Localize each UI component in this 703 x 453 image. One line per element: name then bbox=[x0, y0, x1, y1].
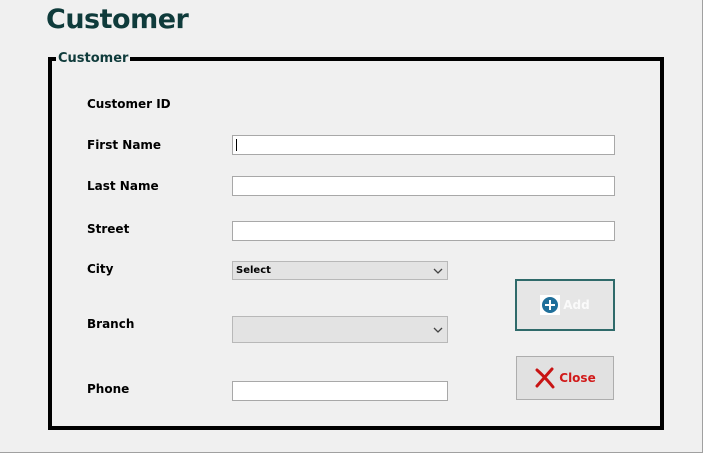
close-button[interactable]: Close bbox=[516, 356, 614, 400]
first-name-label: First Name bbox=[87, 138, 162, 152]
add-button[interactable]: Add bbox=[515, 279, 615, 331]
plus-circle-icon bbox=[540, 295, 561, 315]
branch-dropdown[interactable] bbox=[232, 316, 448, 343]
close-button-label: Close bbox=[559, 371, 596, 385]
branch-label: Branch bbox=[87, 317, 135, 331]
first-name-field[interactable] bbox=[232, 135, 615, 155]
phone-label: Phone bbox=[87, 382, 130, 396]
city-label: City bbox=[87, 262, 114, 276]
chevron-down-icon bbox=[433, 268, 443, 274]
street-label: Street bbox=[87, 222, 130, 236]
phone-field[interactable] bbox=[232, 381, 448, 401]
add-button-label: Add bbox=[563, 298, 590, 312]
groupbox-legend: Customer bbox=[56, 51, 131, 66]
city-dropdown[interactable]: Select bbox=[232, 261, 448, 280]
last-name-label: Last Name bbox=[87, 179, 159, 193]
last-name-field[interactable] bbox=[232, 176, 615, 196]
customer-id-label: Customer ID bbox=[87, 97, 171, 111]
street-field[interactable] bbox=[232, 221, 615, 241]
text-caret bbox=[236, 139, 237, 151]
close-icon bbox=[535, 367, 555, 389]
customer-window: Customer Customer Customer ID First Name… bbox=[0, 0, 703, 453]
page-title: Customer bbox=[46, 4, 189, 35]
chevron-down-icon bbox=[433, 327, 443, 333]
city-selected-value: Select bbox=[236, 265, 271, 276]
